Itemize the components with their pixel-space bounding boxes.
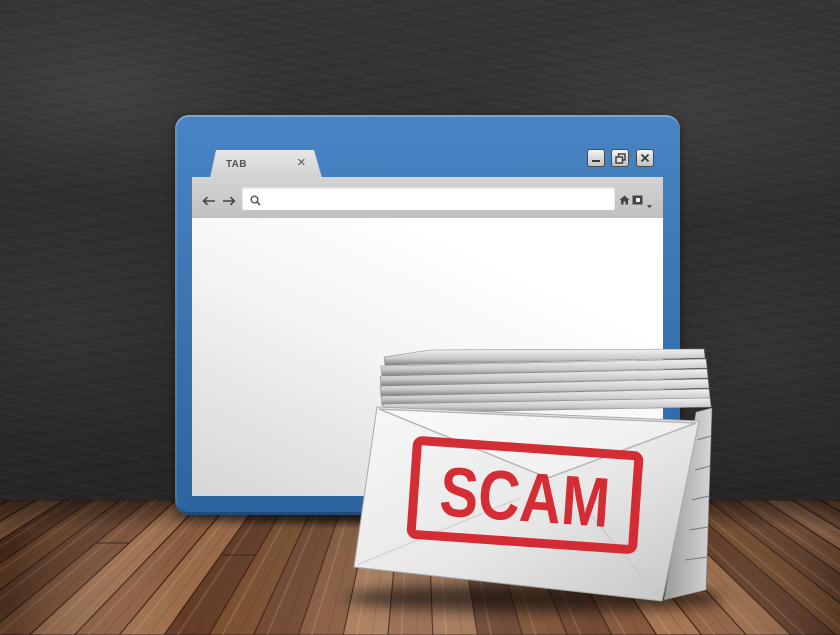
envelope-back-layers [379, 348, 712, 414]
envelope-stack: SCAM [345, 348, 725, 612]
scene: TAB × SCAM [0, 0, 840, 635]
stamp-text: SCAM [437, 452, 612, 542]
